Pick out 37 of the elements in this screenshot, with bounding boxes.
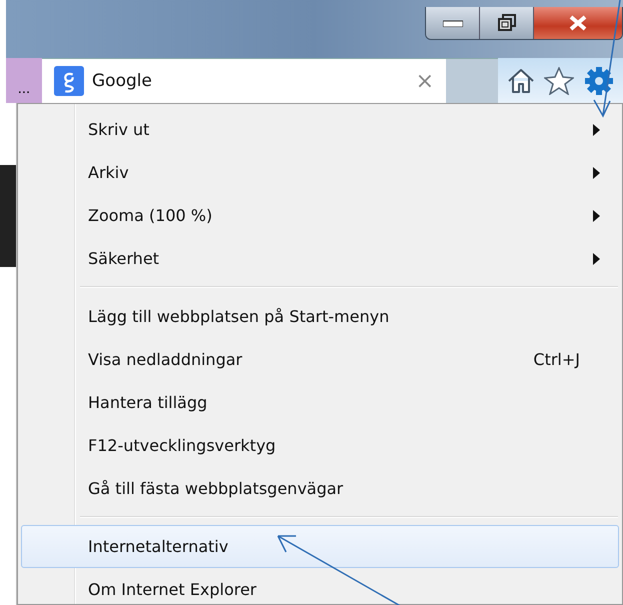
g-logo-icon <box>54 66 84 96</box>
menu-item-label: Skriv ut <box>88 120 150 139</box>
settings-icon[interactable] <box>584 66 614 96</box>
menu-item[interactable]: Gå till fästa webbplatsgenvägar <box>21 467 619 510</box>
menu-item-label: Om Internet Explorer <box>88 580 258 599</box>
menu-item-label: Internetalternativ <box>88 537 230 556</box>
menu-item[interactable]: Zooma (100 %) <box>21 194 619 237</box>
close-button[interactable] <box>534 7 622 39</box>
restore-icon <box>498 14 516 32</box>
tab-title: Google <box>92 71 153 91</box>
menu-item[interactable]: F12-utvecklingsverktyg <box>21 424 619 467</box>
restore-button[interactable] <box>480 7 534 39</box>
menu-item-label: Lägg till webbplatsen på Start-menyn <box>88 307 390 326</box>
menu-item-label: Gå till fästa webbplatsgenvägar <box>88 479 344 498</box>
menu-item-label: Visa nedladdningar <box>88 350 244 369</box>
tab-overflow[interactable]: ... <box>6 58 42 103</box>
close-icon <box>568 15 588 31</box>
home-icon[interactable] <box>506 68 535 94</box>
menu-item-label: Zooma (100 %) <box>88 206 214 225</box>
menu-item-label: Arkiv <box>88 163 130 182</box>
minimize-button[interactable] <box>426 7 480 39</box>
menu-item[interactable]: Lägg till webbplatsen på Start-menyn <box>21 295 619 338</box>
shortcut-label: Ctrl+J <box>533 350 580 369</box>
tab-close-button[interactable]: × <box>416 68 434 94</box>
menu-item[interactable]: Hantera tillägg <box>21 381 619 424</box>
minimize-icon <box>442 19 462 27</box>
menu-item-label: F12-utvecklingsverktyg <box>88 436 277 455</box>
menu-item[interactable]: Säkerhet <box>21 237 619 280</box>
menu-item[interactable]: Om Internet Explorer <box>21 568 619 605</box>
menu-item-label: Hantera tillägg <box>88 393 208 412</box>
menu-item-label: Säkerhet <box>88 249 160 268</box>
menu-item[interactable]: Arkiv <box>21 151 619 194</box>
browser-tab[interactable]: Google × <box>42 58 446 103</box>
star-icon[interactable] <box>544 66 574 94</box>
menu-item[interactable]: Skriv ut <box>21 108 619 151</box>
menu-item[interactable]: Internetalternativ <box>21 525 619 568</box>
menu-item[interactable]: Visa nedladdningar Ctrl+J <box>21 338 619 381</box>
